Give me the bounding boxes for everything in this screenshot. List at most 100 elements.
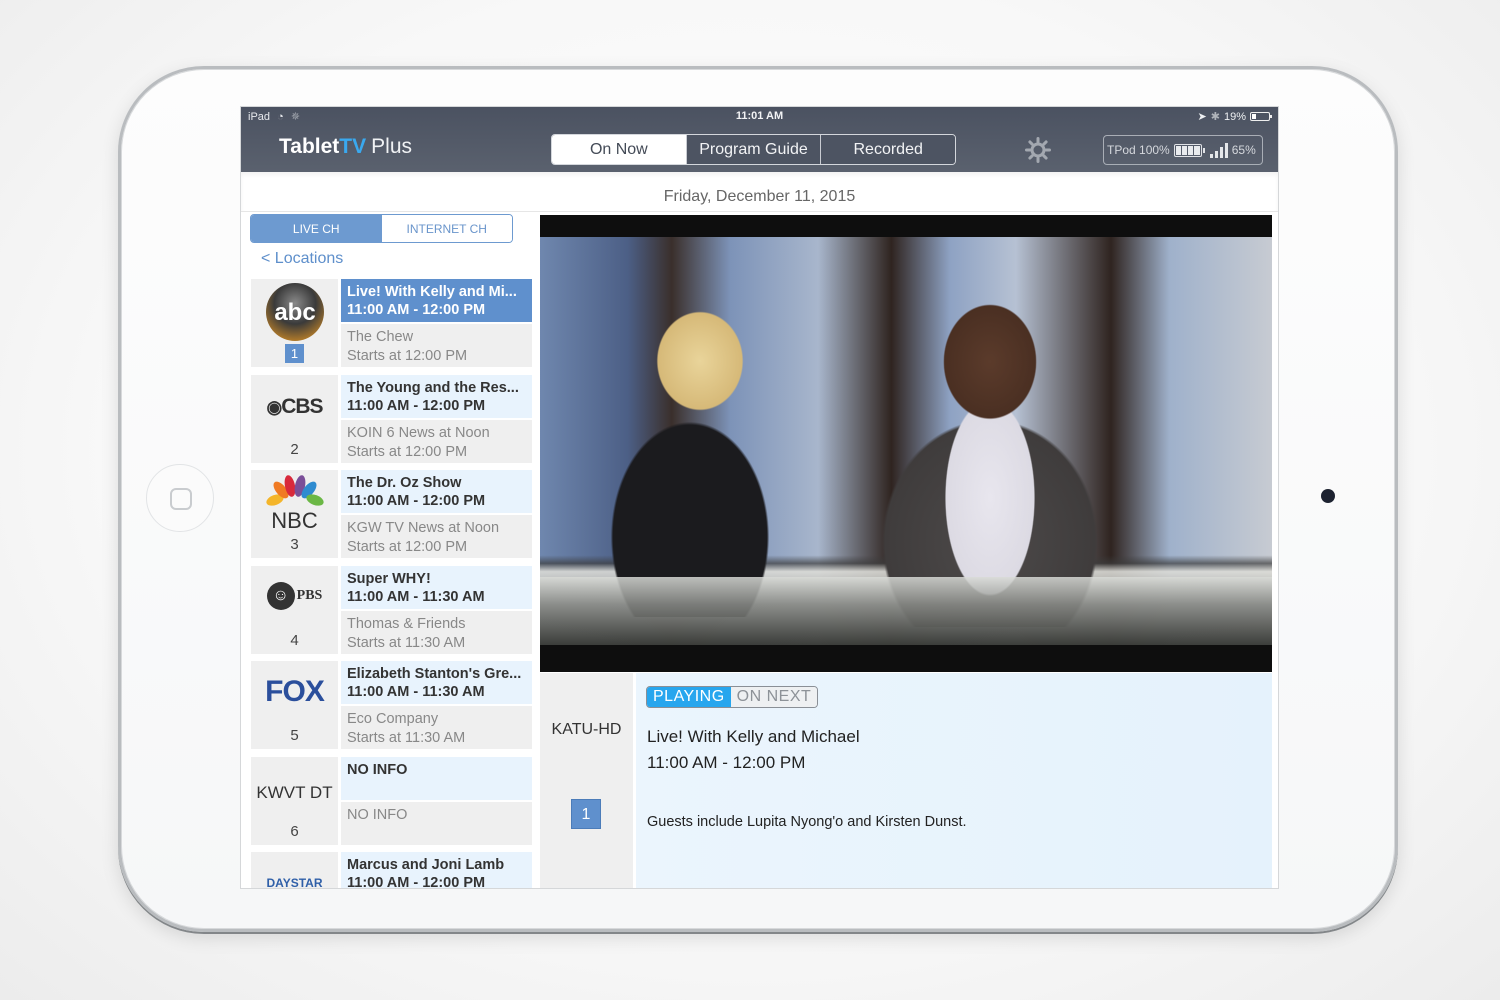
now-playing-cell[interactable]: Elizabeth Stanton's Gre... 11:00 AM - 11… [341,661,532,704]
channel-row[interactable]: ☺ PBS 4 Super WHY! 11:00 AM - 11:30 AM T… [251,565,532,654]
signal-percent: 65% [1231,143,1256,157]
channel-row[interactable]: abc 1 Live! With Kelly and Mi... 11:00 A… [251,279,532,367]
now-playing-channel-number: 1 [571,799,601,829]
now-playing-cell[interactable]: The Dr. Oz Show 11:00 AM - 12:00 PM [341,470,532,513]
now-playing-channel: KATU-HD 1 [540,673,633,888]
now-playing-cell[interactable]: Super WHY! 11:00 AM - 11:30 AM [341,565,532,609]
channel-logo-cell: ☺ PBS 4 [251,565,338,654]
now-time: 11:00 AM - 12:00 PM [347,397,486,414]
now-title: Super WHY! [347,570,431,587]
tpod-battery-label: TPod 100% [1107,143,1170,157]
program-time: 11:00 AM - 12:00 PM [647,753,806,772]
video-scene-host-right [840,287,1140,627]
video-scene-desk [540,577,1272,645]
channel-number: 1 [285,344,304,363]
tpod-status[interactable]: TPod 100% 65% [1103,135,1263,165]
location-arrow-icon: ➤ [1197,111,1207,123]
brand-tablet: Tablet [279,135,340,158]
next-time: Starts at 11:30 AM [347,730,466,746]
now-time: 11:00 AM - 11:30 AM [347,588,485,605]
battery-percent: 19% [1223,110,1246,123]
up-next-cell[interactable]: NO INFO [341,801,532,845]
now-playing-cell[interactable]: Marcus and Joni Lamb 11:00 AM - 12:00 PM [341,852,532,888]
now-time: 11:00 AM - 12:00 PM [347,302,486,318]
abc-logo-icon: abc [266,283,324,341]
next-title: KGW TV News at Noon [347,520,500,536]
brand-tv: TV [339,135,367,158]
next-time: Starts at 12:00 PM [347,443,468,460]
top-bar: iPad ◔ ✵ 11:01 AM ➤ ✱ 19% TabletTV Plus O… [241,107,1278,172]
channel-row[interactable]: NBC 3 The Dr. Oz Show 11:00 AM - 12:00 P… [251,470,532,558]
next-time: Starts at 12:00 PM [347,348,468,364]
up-next-cell[interactable]: Eco Company Starts at 11:30 AM [341,706,532,749]
now-title: Live! With Kelly and Mi... [347,284,517,300]
brand-plus: Plus [371,135,412,158]
daystar-logo-icon: DAYSTAR [266,876,323,888]
now-time: 11:00 AM - 11:30 AM [347,684,485,700]
bluetooth-icon: ✱ [1210,111,1220,123]
now-title: The Dr. Oz Show [347,475,462,491]
channel-name-text: KWVT DT [256,782,333,802]
now-playing-cell[interactable]: Live! With Kelly and Mi... 11:00 AM - 12… [341,279,532,322]
home-button[interactable] [146,464,214,532]
up-next-cell[interactable]: KOIN 6 News at Noon Starts at 12:00 PM [341,419,532,463]
on-next-tab[interactable]: ON NEXT [730,687,818,707]
channel-logo-cell: ◉CBS 2 [251,374,338,463]
up-next-cell[interactable]: KGW TV News at Noon Starts at 12:00 PM [341,515,532,558]
current-date: Friday, December 11, 2015 [663,188,856,205]
now-title: NO INFO [347,761,408,778]
channel-row[interactable]: KWVT DT 6 NO INFO NO INFO [251,756,532,845]
up-next-cell[interactable]: The Chew Starts at 12:00 PM [341,324,532,367]
svg-text:abc: abc [274,299,315,326]
next-time: Starts at 11:30 AM [347,634,466,651]
next-title: The Chew [347,329,414,345]
channel-logo-cell: KWVT DT 6 [251,756,338,845]
channel-number: 6 [290,822,299,840]
video-player[interactable] [540,215,1272,672]
pbs-logo-icon: ☺ PBS [251,581,338,610]
battery-icon [1250,112,1272,121]
video-scene-host-left [590,297,790,617]
channel-number: 4 [290,631,299,649]
video-frame [540,237,1272,645]
up-next-cell[interactable]: Thomas & Friends Starts at 11:30 AM [341,610,532,654]
next-time: Starts at 12:00 PM [347,539,468,555]
channel-number: 2 [290,440,299,458]
now-playing-cell[interactable]: NO INFO [341,756,532,800]
tab-program-guide[interactable]: Program Guide [685,135,821,164]
channel-logo-cell: abc 1 [251,279,338,367]
channel-list[interactable]: abc 1 Live! With Kelly and Mi... 11:00 A… [251,279,532,888]
tpod-battery-icon [1173,143,1205,157]
channel-number: 3 [290,536,299,553]
main-nav-tabs: On Now Program Guide Recorded [551,134,956,165]
status-time: 11:01 AM [735,110,784,122]
now-playing-channel-name: KATU-HD [551,721,622,738]
live-ch-option[interactable]: LIVE CH [251,215,382,242]
now-time: 11:00 AM - 12:00 PM [347,493,486,509]
next-title: NO INFO [347,806,408,823]
locations-back-link[interactable]: < Locations [261,250,343,268]
signal-bars-icon [1209,142,1228,158]
now-playing-cell[interactable]: The Young and the Res... 11:00 AM - 12:0… [341,374,532,418]
nbc-logo-text: NBC [271,508,318,533]
date-bar: Friday, December 11, 2015 [241,172,1278,212]
playing-tab[interactable]: PLAYING [647,687,731,707]
cbs-logo-icon: ◉CBS [266,394,323,418]
channel-row[interactable]: FOX 5 Elizabeth Stanton's Gre... 11:00 A… [251,661,532,749]
fox-logo-icon: FOX [265,675,325,708]
status-right: ➤ ✱ 19% [1197,110,1272,123]
channel-row[interactable]: ◉CBS 2 The Young and the Res... 11:00 AM… [251,374,532,463]
settings-gear-icon[interactable] [1025,137,1051,163]
channel-row[interactable]: DAYSTAR Marcus and Joni Lamb 11:00 AM - … [251,852,532,888]
pbs-logo-text: PBS [296,587,323,603]
channel-type-toggle: LIVE CH INTERNET CH [250,214,513,243]
home-square-icon [170,488,192,510]
program-title: Live! With Kelly and Michael [647,727,860,746]
channel-logo-cell: FOX 5 [251,661,338,749]
internet-ch-option[interactable]: INTERNET CH [381,215,512,242]
tab-recorded[interactable]: Recorded [820,135,955,164]
app-logo: TabletTV Plus [279,135,412,159]
tab-on-now[interactable]: On Now [552,135,686,164]
next-title: Eco Company [347,711,439,727]
program-info-panel: PLAYING ON NEXT Live! With Kelly and Mic… [636,673,1272,888]
